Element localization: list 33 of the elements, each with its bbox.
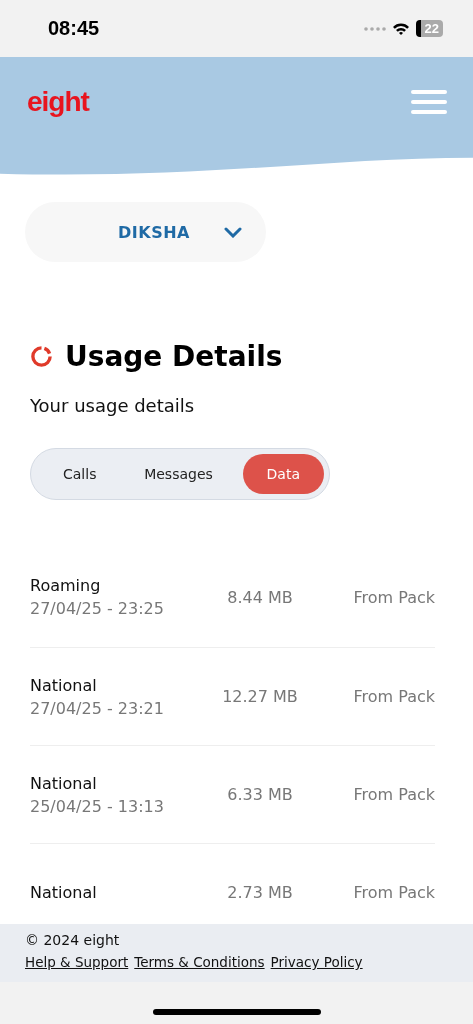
status-time: 08:45 — [48, 17, 100, 40]
usage-amount: 6.33 MB — [226, 785, 294, 804]
usage-amount: 12.27 MB — [221, 687, 299, 706]
usage-type: National — [30, 773, 98, 793]
usage-type: Roaming — [30, 576, 102, 595]
home-indicator[interactable] — [152, 1009, 321, 1015]
usage-type: National — [30, 883, 98, 902]
usage-date: 27/04/25 - 23:21 — [30, 698, 165, 718]
account-dropdown[interactable]: DIKSHA — [25, 202, 266, 262]
usage-source: From Pack — [353, 883, 435, 902]
menu-icon[interactable] — [411, 89, 447, 115]
usage-date: 27/04/25 - 23:25 — [30, 599, 165, 618]
usage-source: From Pack — [353, 588, 435, 607]
usage-type: National — [30, 675, 98, 695]
chevron-down-icon — [224, 226, 242, 238]
tab[interactable]: Messages — [126, 454, 231, 494]
usage-amount: 8.44 MB — [226, 588, 294, 607]
tab[interactable]: Calls — [45, 454, 115, 494]
footer-link[interactable]: Terms & Conditions — [134, 954, 265, 970]
signal-icon — [363, 26, 386, 31]
usage-amount: 2.73 MB — [226, 883, 294, 902]
page-title: Usage Details — [65, 340, 283, 373]
spinner-icon — [30, 345, 53, 368]
usage-source: From Pack — [353, 785, 435, 804]
usage-date: 25/04/25 - 13:13 — [30, 796, 165, 816]
tab[interactable]: Data — [242, 454, 324, 494]
copyright-text: © 2024 eight — [25, 932, 121, 948]
footer-link[interactable]: Privacy Policy — [270, 954, 363, 970]
usage-source: From Pack — [353, 687, 435, 706]
battery-icon: 22 — [415, 20, 443, 37]
wifi-icon — [391, 21, 410, 36]
page-subtitle: Your usage details — [30, 395, 196, 416]
footer-link[interactable]: Help & Support — [25, 954, 129, 970]
